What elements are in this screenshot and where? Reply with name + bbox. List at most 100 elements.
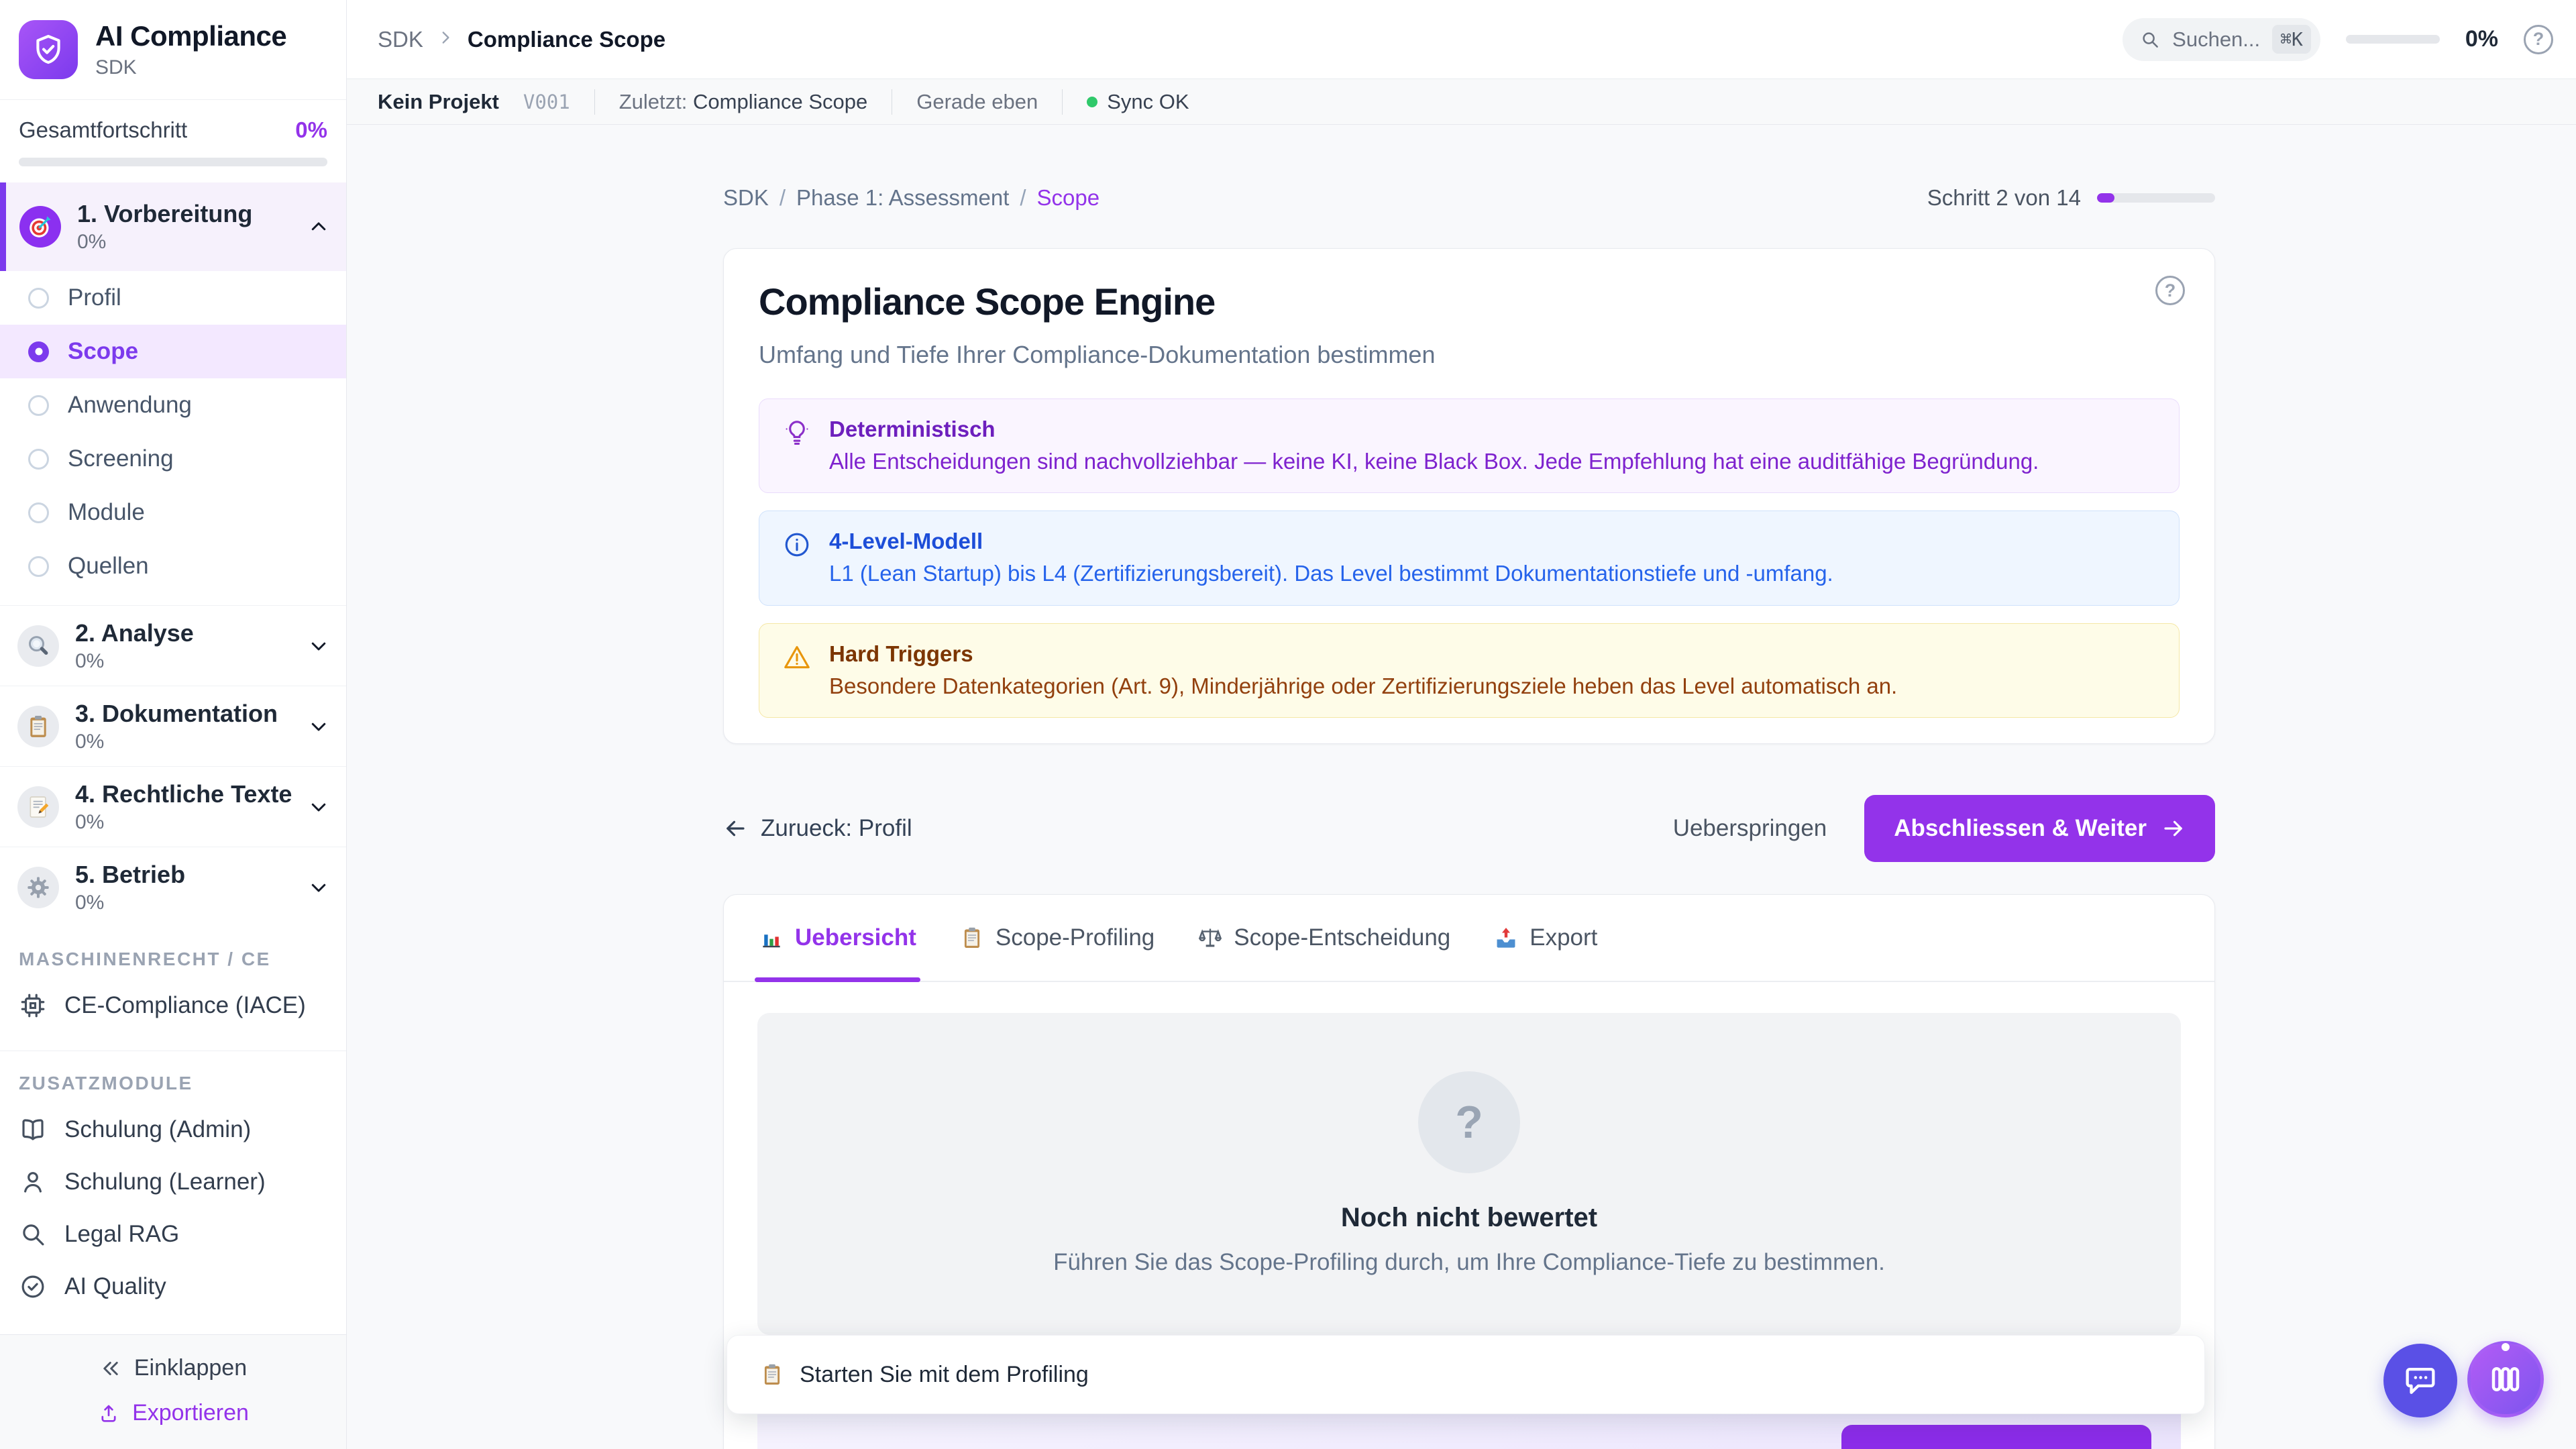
double-chevron-left-icon (99, 1357, 122, 1380)
project-name: Kein Projekt (378, 90, 499, 114)
sync-ok-dot-icon (1087, 97, 1097, 107)
section-label: 1. Vorbereitung (77, 200, 292, 228)
chevron-down-icon (309, 636, 329, 656)
active-tab-underline (755, 977, 920, 982)
radio-icon (28, 288, 49, 309)
section-progress: 0% (77, 231, 292, 254)
clipboard-icon (959, 925, 985, 951)
back-button[interactable]: Zurueck: Profil (723, 815, 912, 842)
page-subtitle: Umfang und Tiefe Ihrer Compliance-Dokume… (759, 341, 2180, 369)
version-badge: V001 (523, 91, 570, 113)
breadcrumb-sdk[interactable]: SDK (723, 185, 769, 211)
radio-selected-icon (28, 341, 49, 362)
arrow-right-icon (2161, 816, 2186, 841)
collapse-sidebar-button[interactable]: Einklappen (99, 1355, 247, 1381)
sidebar-item-ai-quality[interactable]: AI Quality (0, 1260, 346, 1313)
warning-triangle-icon (782, 643, 812, 672)
statusbar: Kein Projekt V001 Zuletzt: Compliance Sc… (347, 79, 2576, 125)
cta-description: Beantworten Sie einige Fragen zu Ihrem U… (787, 1446, 1805, 1449)
sidebar-item-schulung-admin[interactable]: Schulung (Admin) (0, 1104, 346, 1156)
clipboard-icon (17, 706, 59, 747)
empty-state-text: Führen Sie das Scope-Profiling durch, um… (1053, 1249, 1885, 1276)
sidebar-nav: 1. Vorbereitung 0% Profil Scope Anwendun… (0, 182, 346, 1334)
sidebar-item-schulung-learner[interactable]: Schulung (Learner) (0, 1156, 346, 1208)
breadcrumb-phase[interactable]: Phase 1: Assessment (796, 185, 1009, 211)
overall-progress-label: Gesamtfortschritt (19, 117, 187, 143)
search-input[interactable]: Suchen... ⌘K (2123, 18, 2320, 61)
tab-uebersicht[interactable]: Uebersicht (759, 895, 916, 981)
page-title: Compliance Scope Engine (759, 280, 2180, 323)
sidebar-section-dokumentation[interactable]: 3. Dokumentation 0% (0, 686, 346, 766)
help-button[interactable]: ? (2524, 25, 2553, 54)
sidebar-footer: Einklappen Exportieren (0, 1334, 346, 1449)
sidebar-section-rechtliche-texte[interactable]: 4. Rechtliche Texte 0% (0, 766, 346, 847)
info-box-hard-triggers: Hard Triggers Besondere Datenkategorien … (759, 623, 2180, 718)
content-area: SDK / Phase 1: Assessment / Scope Schrit… (347, 125, 2576, 1449)
last-step-value: Compliance Scope (693, 90, 867, 113)
info-box-level-modell: 4-Level-Modell L1 (Lean Startup) bis L4 … (759, 511, 2180, 605)
sidebar-item-module[interactable]: Module (0, 486, 346, 539)
columns-icon (2487, 1361, 2524, 1397)
export-button[interactable]: Exportieren (97, 1400, 249, 1426)
breadcrumb-scope: Scope (1037, 185, 1100, 211)
empty-state-title: Noch nicht bewertet (1341, 1203, 1597, 1233)
start-profiling-button[interactable]: Scope-Profiling starten (1841, 1425, 2151, 1449)
step-indicator: Schritt 2 von 14 (1927, 185, 2215, 211)
sidebar: AI Compliance SDK Gesamtfortschritt 0% 1… (0, 0, 347, 1449)
divider (1062, 89, 1063, 115)
clipboard-icon (759, 1362, 785, 1387)
sidebar-section-analyse[interactable]: 2. Analyse 0% (0, 605, 346, 686)
page-breadcrumb: SDK / Phase 1: Assessment / Scope (723, 185, 1099, 211)
sidebar-item-legal-rag[interactable]: Legal RAG (0, 1208, 346, 1260)
tab-scope-profiling[interactable]: Scope-Profiling (959, 895, 1155, 981)
check-circle-icon (19, 1273, 47, 1301)
panels-fab-button[interactable] (2467, 1341, 2544, 1417)
topbar-progress-bar (2346, 35, 2440, 44)
chat-bubble-icon (2402, 1362, 2438, 1399)
user-icon (19, 1168, 47, 1196)
card-help-button[interactable]: ? (2155, 276, 2185, 305)
chevron-down-icon (309, 797, 329, 817)
app-header: AI Compliance SDK (0, 0, 346, 100)
shield-check-icon (31, 32, 66, 67)
chat-fab-button[interactable] (2383, 1344, 2457, 1417)
engine-card: Compliance Scope Engine Umfang und Tiefe… (723, 248, 2215, 744)
search-icon (19, 1220, 47, 1248)
skip-button[interactable]: Ueberspringen (1673, 815, 1827, 842)
arrow-left-icon (723, 816, 747, 841)
breadcrumb-current: Compliance Scope (468, 27, 665, 52)
main-column: SDK Compliance Scope Suchen... ⌘K 0% ? K… (347, 0, 2576, 1449)
notification-dot-icon (2502, 1343, 2510, 1351)
cpu-icon (19, 991, 47, 1020)
question-icon: ? (2533, 29, 2544, 50)
sidebar-item-screening[interactable]: Screening (0, 432, 346, 486)
chevron-right-icon (437, 29, 454, 50)
complete-next-button[interactable]: Abschliessen & Weiter (1864, 795, 2215, 862)
search-shortcut-badge: ⌘K (2272, 25, 2311, 54)
sidebar-item-anwendung[interactable]: Anwendung (0, 378, 346, 432)
sidebar-item-quellen[interactable]: Quellen (0, 539, 346, 593)
divider (594, 89, 595, 115)
chevron-down-icon (309, 877, 329, 898)
sidebar-item-ce-compliance[interactable]: CE-Compliance (IACE) (0, 979, 346, 1032)
tab-scope-entscheidung[interactable]: Scope-Entscheidung (1197, 895, 1450, 981)
last-step-label: Zuletzt: (619, 90, 688, 113)
question-icon: ? (2165, 280, 2176, 301)
app-subtitle: SDK (95, 56, 286, 79)
sidebar-section-betrieb[interactable]: 5. Betrieb 0% (0, 847, 346, 927)
sidebar-item-profil[interactable]: Profil (0, 271, 346, 325)
tab-bar: Uebersicht Scope-Profiling Scope-Entsche… (724, 895, 2214, 982)
target-icon (19, 206, 61, 248)
sidebar-section-vorbereitung[interactable]: 1. Vorbereitung 0% (0, 182, 346, 271)
sidebar-item-scope[interactable]: Scope (0, 325, 346, 378)
tab-export[interactable]: Export (1493, 895, 1597, 981)
upload-icon (97, 1402, 120, 1425)
empty-state: ? Noch nicht bewertet Führen Sie das Sco… (757, 1013, 2181, 1335)
magnifier-icon (17, 625, 59, 667)
question-circle-icon: ? (1418, 1071, 1520, 1173)
barchart-icon (759, 925, 784, 951)
app-title: AI Compliance (95, 20, 286, 52)
step-progress-bar (2097, 193, 2215, 203)
scales-icon (1197, 925, 1223, 951)
breadcrumb-root[interactable]: SDK (378, 27, 423, 52)
